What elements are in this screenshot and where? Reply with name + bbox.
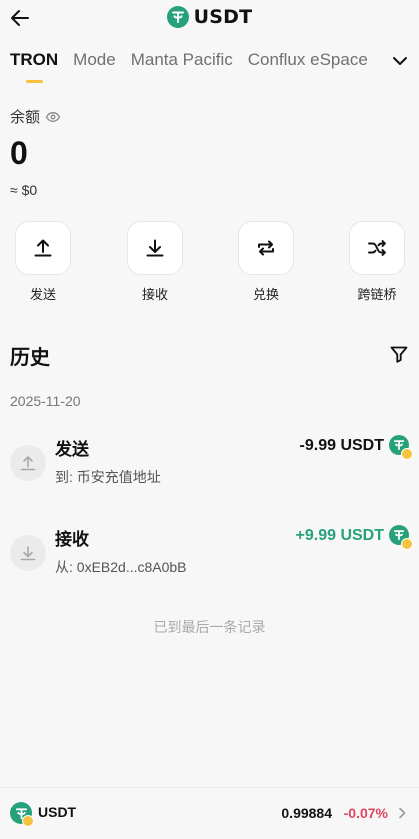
header: USDT — [0, 0, 419, 40]
swap-button[interactable] — [238, 221, 294, 275]
usdt-logo-icon — [166, 6, 189, 28]
bridge-action[interactable]: 跨链桥 — [342, 221, 412, 303]
download-arrow-icon — [146, 239, 164, 257]
network-badge-icon — [401, 538, 413, 550]
bridge-label: 跨链桥 — [357, 288, 397, 303]
token-price: 0.99884 — [281, 805, 332, 821]
tab-conflux-espace[interactable]: Conflux eSpace — [248, 50, 368, 70]
receive-label: 接收 — [141, 288, 168, 303]
upload-arrow-icon — [34, 239, 52, 257]
balance-fiat-value: ≈ $0 — [10, 182, 38, 198]
balance-label-text: 余额 — [10, 108, 41, 126]
bridge-button[interactable] — [349, 221, 405, 275]
tx-type: 发送 — [55, 440, 89, 460]
network-badge-icon — [401, 448, 413, 460]
tab-manta-pacific[interactable]: Manta Pacific — [131, 50, 233, 70]
history-title: 历史 — [10, 345, 50, 369]
usdt-coin-icon — [389, 525, 413, 550]
history-date: 2025-11-20 — [10, 393, 81, 409]
send-action[interactable]: 发送 — [8, 221, 78, 303]
send-tx-icon — [10, 445, 46, 481]
transaction-row[interactable]: 发送 到: 币安充值地址 -9.99 USDT — [0, 431, 419, 491]
swap-action[interactable]: 兑换 — [231, 221, 301, 303]
upload-arrow-icon — [20, 456, 36, 471]
balance-label: 余额 — [10, 106, 61, 127]
price-change: -0.07% — [343, 805, 388, 821]
network-tabs: TRON Mode Manta Pacific Conflux eSpace — [0, 50, 419, 86]
usdt-coin-icon — [389, 435, 413, 460]
shuffle-icon — [368, 240, 386, 256]
page-title: USDT — [0, 6, 419, 28]
tab-tron[interactable]: TRON — [10, 50, 58, 70]
eye-icon[interactable] — [45, 109, 61, 125]
tx-amount: +9.99 USDT — [295, 527, 384, 544]
receive-button[interactable] — [127, 221, 183, 275]
send-button[interactable] — [15, 221, 71, 275]
transaction-row[interactable]: 接收 从: 0xEB2d...c8A0bB +9.99 USDT — [0, 521, 419, 581]
tx-counterparty: 到: 币安充值地址 — [55, 469, 161, 485]
tx-type: 接收 — [55, 530, 89, 550]
send-label: 发送 — [29, 288, 56, 303]
chevron-down-icon[interactable] — [391, 52, 409, 70]
token-name: USDT — [38, 804, 77, 820]
tx-counterparty: 从: 0xEB2d...c8A0bB — [55, 559, 187, 575]
title-text: USDT — [193, 6, 253, 28]
tx-amount: -9.99 USDT — [299, 437, 384, 454]
end-of-list-note: 已到最后一条记录 — [153, 620, 266, 636]
swap-label: 兑换 — [252, 288, 279, 303]
download-arrow-icon — [20, 546, 36, 561]
swap-icon — [258, 240, 274, 256]
receive-action[interactable]: 接收 — [120, 221, 190, 303]
tab-mode[interactable]: Mode — [73, 50, 116, 70]
price-bar[interactable]: USDT 0.99884 -0.07% — [0, 787, 419, 839]
receive-tx-icon — [10, 535, 46, 571]
balance-amount: 0 — [10, 135, 28, 171]
filter-icon[interactable] — [389, 344, 409, 364]
network-badge-icon — [22, 815, 34, 827]
usdt-coin-icon — [10, 802, 34, 827]
chevron-right-icon[interactable] — [395, 806, 409, 820]
active-tab-indicator — [26, 80, 43, 83]
